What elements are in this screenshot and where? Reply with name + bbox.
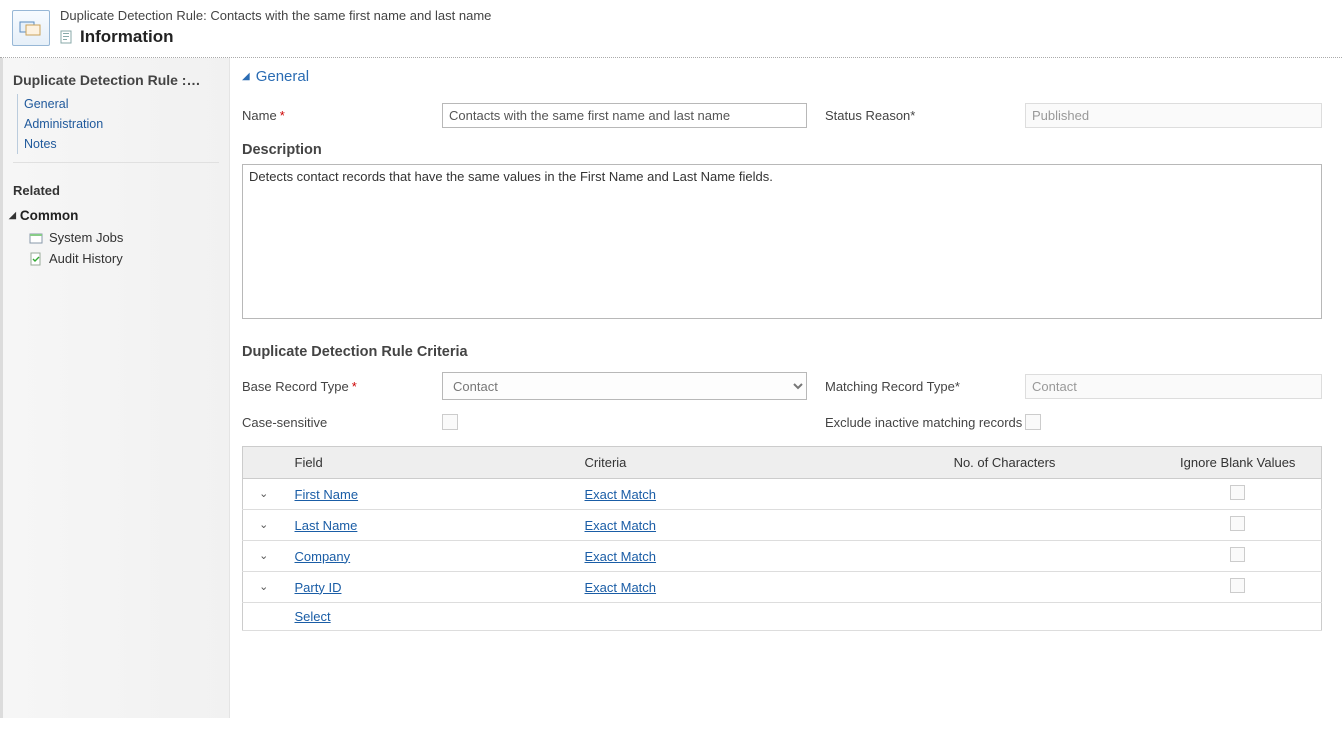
caret-down-icon: ◢ xyxy=(9,210,16,221)
chevron-down-icon[interactable]: ⌄ xyxy=(256,518,272,534)
table-row-select: Select xyxy=(243,603,1322,631)
sidebar-common-group[interactable]: ◢ Common xyxy=(3,202,229,227)
base-record-type-select[interactable]: Contact xyxy=(442,372,807,400)
criteria-table: Field Criteria No. of Characters Ignore … xyxy=(242,446,1322,631)
case-sensitive-label: Case-sensitive xyxy=(242,415,442,430)
header-info-label: Information xyxy=(80,27,174,47)
criteria-field-link[interactable]: First Name xyxy=(295,487,359,502)
criteria-type-link[interactable]: Exact Match xyxy=(585,549,657,564)
info-icon xyxy=(60,30,74,44)
status-reason-label: Status Reason* xyxy=(825,108,1025,123)
table-row: ⌄ Last Name Exact Match xyxy=(243,510,1322,541)
table-row: ⌄ Company Exact Match xyxy=(243,541,1322,572)
col-toggle xyxy=(243,447,285,479)
entity-icon xyxy=(12,10,50,46)
exclude-inactive-checkbox[interactable] xyxy=(1025,414,1041,430)
sidebar-item-label: Audit History xyxy=(49,251,123,266)
table-row: ⌄ Party ID Exact Match xyxy=(243,572,1322,603)
section-general-header[interactable]: ◢ General xyxy=(242,68,1322,85)
criteria-heading: Duplicate Detection Rule Criteria xyxy=(242,344,1322,360)
criteria-type-link[interactable]: Exact Match xyxy=(585,518,657,533)
required-mark: * xyxy=(955,379,960,394)
col-field: Field xyxy=(285,447,575,479)
section-general-label: General xyxy=(256,68,309,85)
audit-history-icon xyxy=(29,252,43,266)
required-mark: * xyxy=(910,108,915,123)
description-textarea[interactable] xyxy=(242,164,1322,319)
exclude-inactive-label: Exclude inactive matching records xyxy=(825,415,1025,430)
header-title-line: Duplicate Detection Rule: Contacts with … xyxy=(60,8,1330,23)
main-content: ◢ General Name* Status Reason* Published… xyxy=(230,58,1342,718)
criteria-field-link[interactable]: Last Name xyxy=(295,518,358,533)
chevron-down-icon[interactable]: ⌄ xyxy=(256,580,272,596)
sidebar-item-audit-history[interactable]: Audit History xyxy=(3,248,229,269)
status-reason-field[interactable]: Published xyxy=(1025,103,1322,128)
chevron-down-icon[interactable]: ⌄ xyxy=(256,549,272,565)
system-jobs-icon xyxy=(29,231,43,245)
col-numchars: No. of Characters xyxy=(855,447,1155,479)
required-mark: * xyxy=(352,379,357,394)
name-label: Name* xyxy=(242,108,442,123)
ignore-blank-checkbox[interactable] xyxy=(1230,547,1245,562)
case-sensitive-checkbox[interactable] xyxy=(442,414,458,430)
base-record-type-label: Base Record Type* xyxy=(242,379,442,394)
sidebar-related-label: Related xyxy=(3,177,229,202)
sidebar-item-system-jobs[interactable]: System Jobs xyxy=(3,227,229,248)
duplicate-rule-icon xyxy=(19,19,43,37)
ignore-blank-checkbox[interactable] xyxy=(1230,516,1245,531)
ignore-blank-checkbox[interactable] xyxy=(1230,578,1245,593)
ignore-blank-checkbox[interactable] xyxy=(1230,485,1245,500)
criteria-field-link[interactable]: Party ID xyxy=(295,580,342,595)
header-rule-name: Contacts with the same first name and la… xyxy=(210,8,491,23)
header-rule-prefix: Duplicate Detection Rule: xyxy=(60,8,207,23)
sidebar-nav-notes[interactable]: Notes xyxy=(24,134,229,154)
sidebar-nav-administration[interactable]: Administration xyxy=(24,114,229,134)
page-header: Duplicate Detection Rule: Contacts with … xyxy=(0,0,1342,58)
sidebar-common-label: Common xyxy=(20,208,79,223)
col-ignore: Ignore Blank Values xyxy=(1155,447,1322,479)
required-mark: * xyxy=(280,108,285,123)
sidebar-nav-general[interactable]: General xyxy=(24,94,229,114)
caret-down-icon: ◢ xyxy=(242,71,250,82)
chevron-down-icon[interactable]: ⌄ xyxy=(256,487,272,503)
criteria-type-link[interactable]: Exact Match xyxy=(585,580,657,595)
sidebar-item-label: System Jobs xyxy=(49,230,123,245)
sidebar: Duplicate Detection Rule :… General Admi… xyxy=(0,58,230,718)
name-input[interactable] xyxy=(442,103,807,128)
table-row: ⌄ First Name Exact Match xyxy=(243,479,1322,510)
col-criteria: Criteria xyxy=(575,447,855,479)
criteria-field-link[interactable]: Company xyxy=(295,549,351,564)
matching-record-type-label: Matching Record Type* xyxy=(825,379,1025,394)
sidebar-section-title: Duplicate Detection Rule :… xyxy=(3,68,229,92)
sidebar-divider xyxy=(13,162,219,163)
matching-record-type-field[interactable]: Contact xyxy=(1025,374,1322,399)
criteria-select-link[interactable]: Select xyxy=(295,609,331,624)
criteria-type-link[interactable]: Exact Match xyxy=(585,487,657,502)
description-label: Description xyxy=(242,142,1322,158)
